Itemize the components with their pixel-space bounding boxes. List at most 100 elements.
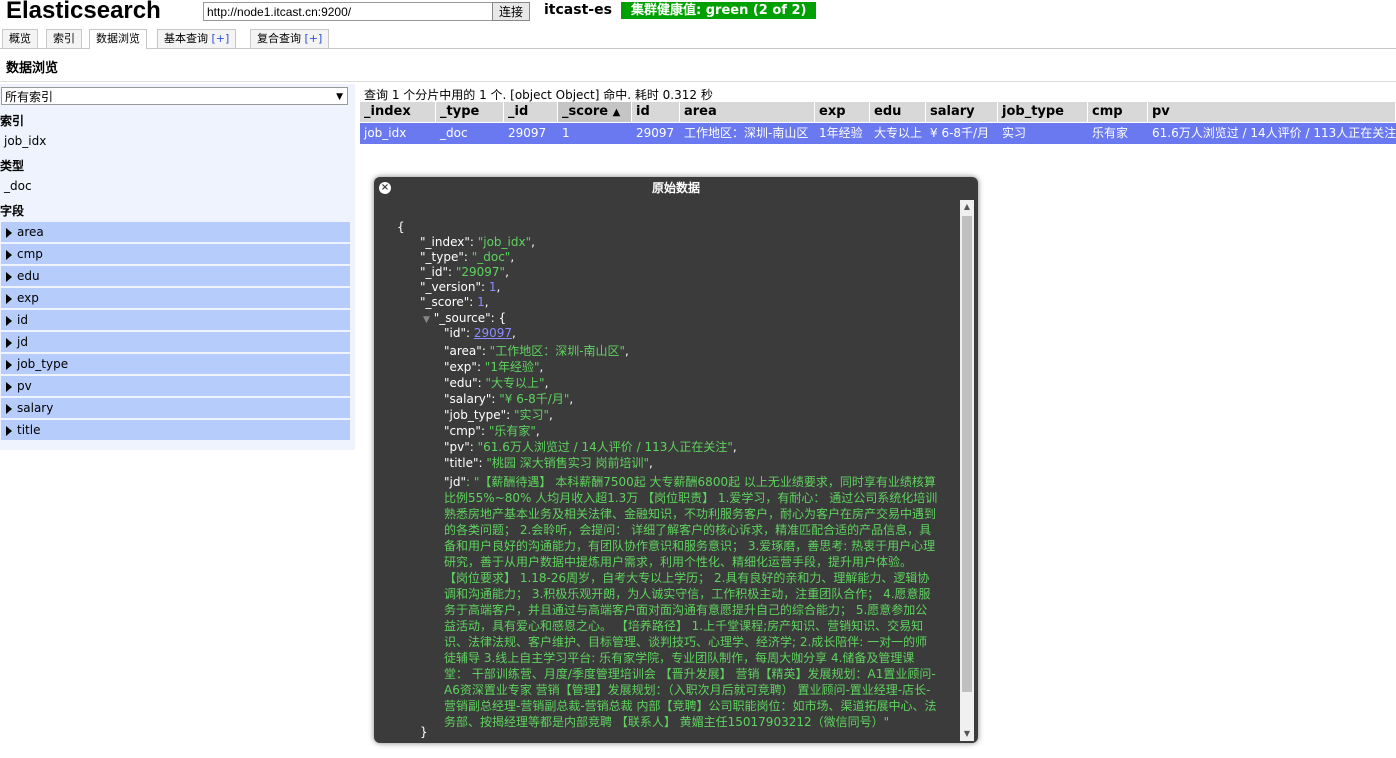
- json-viewer: { "_index": "job_idx", "_type": "_doc", …: [377, 200, 960, 741]
- table-cell[interactable]: _doc: [436, 123, 504, 144]
- field-item-salary[interactable]: salary: [1, 398, 350, 418]
- index-select-value: 所有索引: [5, 90, 54, 104]
- json-open-brace: {: [397, 220, 405, 234]
- table-cell[interactable]: 1: [558, 123, 632, 144]
- results-table: _index _type _id _score ▲ id area exp ed…: [360, 102, 1396, 146]
- column-header[interactable]: pv: [1148, 102, 1396, 122]
- json-jd-field: "jd": "【薪酬待遇】 本科薪酬7500起 大专薪酬6800起 以上无业绩要…: [444, 475, 938, 729]
- cluster-name: itcast-es: [544, 2, 612, 18]
- column-header[interactable]: edu: [870, 102, 926, 122]
- table-cell[interactable]: 实习: [998, 123, 1088, 144]
- expand-triangle-icon: [6, 426, 12, 436]
- expand-triangle-icon: [6, 338, 12, 348]
- field-item-id[interactable]: id: [1, 310, 350, 330]
- column-header[interactable]: area: [680, 102, 815, 122]
- expand-triangle-icon: [6, 250, 12, 260]
- json-line: ▼ "_source": {: [423, 311, 507, 325]
- tab-label: 索引: [53, 32, 75, 45]
- field-label: cmp: [17, 247, 43, 261]
- field-label: jd: [17, 335, 28, 349]
- tab-indices[interactable]: 索引: [46, 29, 82, 48]
- json-line: "salary": "¥ 6-8千/月",: [444, 392, 574, 406]
- table-cell[interactable]: 61.6万人浏览过 / 14人评价 / 113人正在关注: [1148, 123, 1396, 144]
- field-heading: 字段: [0, 204, 25, 218]
- column-header[interactable]: cmp: [1088, 102, 1148, 122]
- table-cell[interactable]: 29097: [504, 123, 558, 144]
- field-item-job-type[interactable]: job_type: [1, 354, 350, 374]
- column-label: _score: [562, 104, 609, 119]
- field-label: salary: [17, 401, 54, 415]
- expand-triangle-icon: [6, 360, 12, 370]
- close-icon[interactable]: ×: [379, 182, 391, 194]
- tab-label: 复合查询: [257, 32, 301, 45]
- tab-browser[interactable]: 数据浏览: [89, 29, 147, 49]
- table-cell[interactable]: 29097: [632, 123, 680, 144]
- table-cell[interactable]: 工作地区：深圳-南山区: [680, 123, 815, 144]
- query-summary: 查询 1 个分片中用的 1 个. [object Object] 命中. 耗时 …: [364, 88, 713, 102]
- tab-basic-query[interactable]: 基本查询 [+]: [157, 29, 237, 48]
- expand-triangle-icon: [6, 382, 12, 392]
- top-bar: Elasticsearch 连接 itcast-es 集群健康值: green …: [0, 0, 1396, 26]
- json-line: "_version": 1,: [420, 280, 501, 294]
- json-line: "exp": "1年经验",: [444, 360, 544, 374]
- json-line: "title": "桃园 深大销售实习 岗前培训",: [444, 456, 653, 470]
- field-item-exp[interactable]: exp: [1, 288, 350, 308]
- column-header[interactable]: _id: [504, 102, 558, 122]
- column-header[interactable]: _index: [360, 102, 436, 122]
- sort-ascending-icon: ▲: [612, 107, 621, 118]
- column-header[interactable]: exp: [815, 102, 870, 122]
- field-label: job_type: [17, 357, 69, 371]
- json-line: "id": 29097,: [444, 326, 516, 340]
- column-header[interactable]: salary: [926, 102, 998, 122]
- field-item-pv[interactable]: pv: [1, 376, 350, 396]
- json-line: "_score": 1,: [420, 295, 489, 309]
- expand-triangle-icon: [6, 272, 12, 282]
- table-cell[interactable]: 乐有家: [1088, 123, 1148, 144]
- field-label: area: [17, 225, 44, 239]
- expand-triangle-icon: [6, 404, 12, 414]
- field-item-jd[interactable]: jd: [1, 332, 350, 352]
- tab-compound-query[interactable]: 复合查询 [+]: [250, 29, 330, 48]
- field-item-area[interactable]: area: [1, 222, 350, 242]
- table-cell[interactable]: 大专以上: [870, 123, 926, 144]
- json-line: "_type": "_doc",: [420, 250, 515, 264]
- json-line: "_id": "29097",: [420, 265, 509, 279]
- chevron-down-icon: ▼: [336, 92, 343, 102]
- tab-overview[interactable]: 概览: [2, 29, 38, 48]
- json-line: "edu": "大专以上",: [444, 376, 549, 390]
- tab-bar: 概览 索引 数据浏览 基本查询 [+] 复合查询 [+]: [0, 27, 1396, 49]
- field-label: title: [17, 423, 41, 437]
- field-item-title[interactable]: title: [1, 420, 350, 440]
- connect-button[interactable]: 连接: [492, 2, 531, 21]
- scrollbar-thumb[interactable]: [962, 216, 972, 692]
- column-header[interactable]: job_type: [998, 102, 1088, 122]
- type-item[interactable]: _doc: [4, 179, 32, 193]
- field-label: id: [17, 313, 28, 327]
- dialog-title: 原始数据: [651, 181, 700, 195]
- field-item-edu[interactable]: edu: [1, 266, 350, 286]
- type-heading: 类型: [0, 159, 25, 173]
- table-cell[interactable]: ¥ 6-8千/月: [926, 123, 998, 144]
- add-compound-query-link[interactable]: [+]: [305, 32, 323, 45]
- cluster-url-input[interactable]: [203, 2, 493, 21]
- table-cell[interactable]: job_idx: [360, 123, 436, 144]
- table-cell[interactable]: 1年经验: [815, 123, 870, 144]
- raw-data-dialog: 原始数据 × { "_index": "job_idx", "_type": "…: [374, 177, 978, 743]
- column-header[interactable]: id: [632, 102, 680, 122]
- json-line: "_index": "job_idx",: [420, 235, 535, 249]
- column-header[interactable]: _type: [436, 102, 504, 122]
- collapse-triangle-icon[interactable]: ▼: [423, 315, 430, 325]
- field-label: pv: [17, 379, 32, 393]
- index-select[interactable]: 所有索引 ▼: [1, 87, 348, 105]
- divider: [0, 81, 1396, 82]
- dialog-scrollbar[interactable]: ▲ ▼: [960, 200, 974, 741]
- cluster-health-badge: 集群健康值: green (2 of 2): [621, 2, 817, 19]
- add-basic-query-link[interactable]: [+]: [212, 32, 230, 45]
- column-header-sorted[interactable]: _score ▲: [558, 102, 632, 122]
- field-item-cmp[interactable]: cmp: [1, 244, 350, 264]
- index-item[interactable]: job_idx: [4, 134, 46, 148]
- scroll-up-icon[interactable]: ▲: [960, 200, 974, 214]
- field-label: edu: [17, 269, 40, 283]
- scroll-down-icon[interactable]: ▼: [960, 727, 974, 741]
- tab-label: 基本查询: [164, 32, 208, 45]
